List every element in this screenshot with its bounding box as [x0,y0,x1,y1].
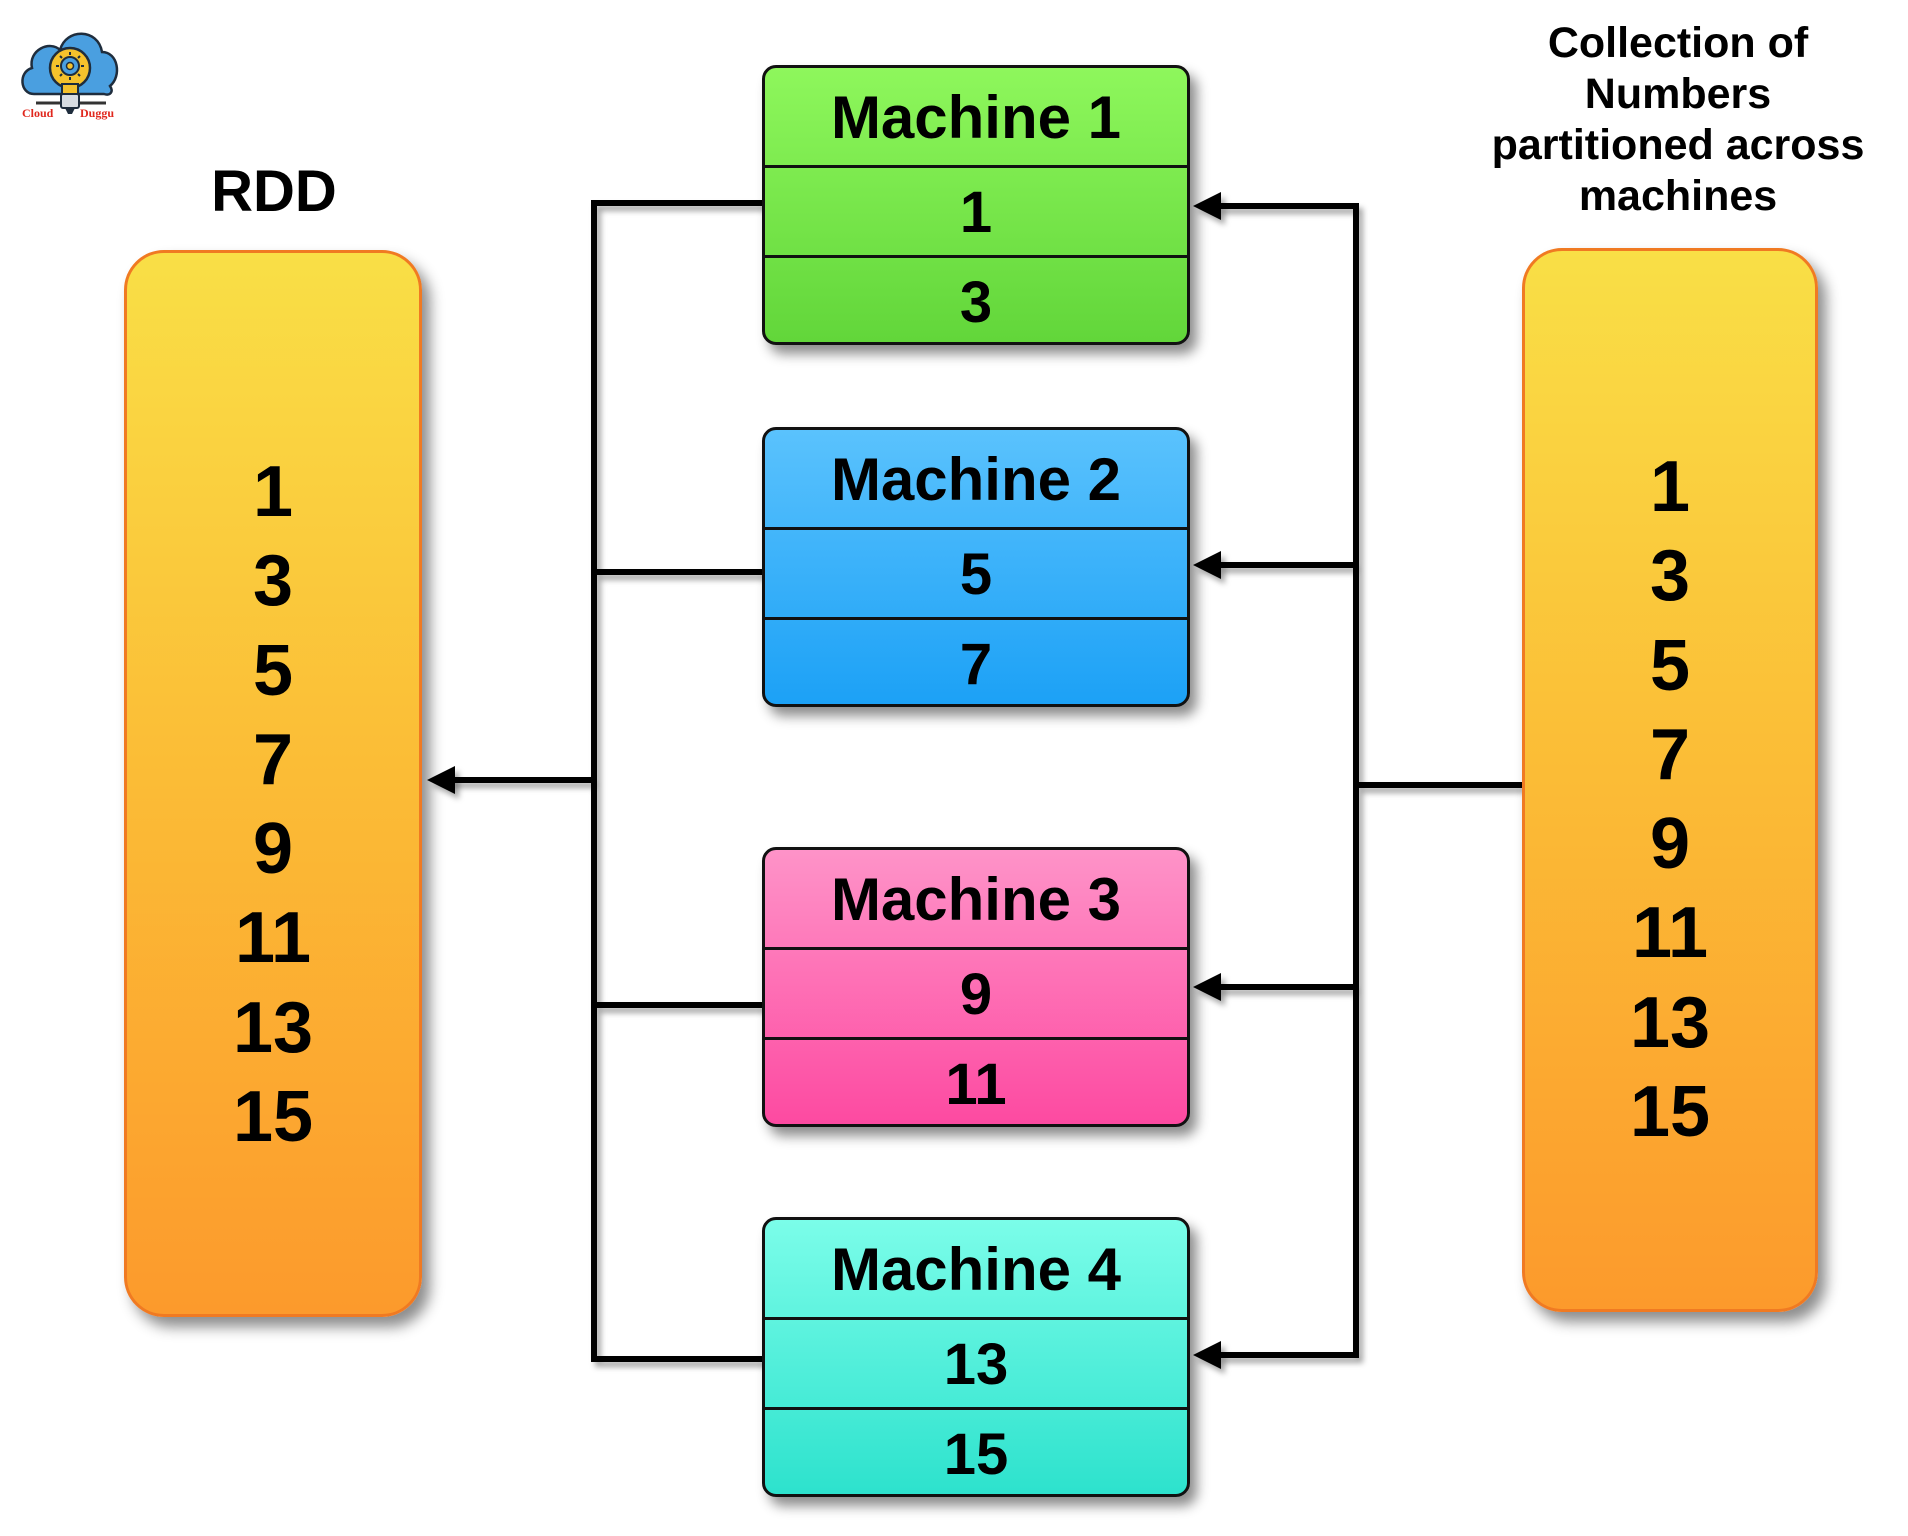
machine-title: Machine 2 [765,430,1187,530]
rdd-value: 9 [252,809,294,890]
machine-title: Machine 3 [765,850,1187,950]
collection-value: 13 [1629,982,1711,1063]
rdd-value: 13 [232,987,314,1068]
collection-value: 7 [1649,714,1691,795]
partition-value: 11 [765,1037,1187,1124]
rdd-column: 1 3 5 7 9 11 13 15 [124,250,422,1317]
partition-value: 5 [959,542,993,607]
partition-value: 1 [959,180,993,245]
partition-value: 9 [959,962,993,1027]
rdd-value: 7 [252,719,294,800]
collection-value: 5 [1649,625,1691,706]
machine-1-box: Machine 1 1 3 [762,65,1190,345]
collection-value: 15 [1629,1072,1711,1153]
rdd-values: 1 3 5 7 9 11 13 15 [127,448,419,1162]
collection-value: 11 [1631,893,1709,974]
arrowhead-icon [1193,551,1221,579]
machine-3-box: Machine 3 9 11 [762,847,1190,1127]
left-bus-line [591,200,763,1362]
partition-value: 13 [943,1332,1009,1397]
rdd-value: 3 [252,541,294,622]
partition-value: 3 [765,255,1187,342]
rdd-value: 1 [252,452,294,532]
collection-value: 9 [1649,804,1691,885]
rdd-value: 15 [232,1077,314,1158]
rdd-value: 5 [252,630,294,711]
collection-value: 3 [1649,536,1691,617]
collection-column: 1 3 5 7 9 11 13 15 [1522,248,1818,1312]
arrowhead-icon [1193,192,1221,220]
machine-2-box: Machine 2 5 7 [762,427,1190,707]
collection-value: 1 [1649,447,1691,527]
partition-value: 7 [765,617,1187,704]
collection-values: 1 3 5 7 9 11 13 15 [1525,443,1815,1157]
machine-4-box: Machine 4 13 15 [762,1217,1190,1497]
arrowhead-icon [427,766,455,794]
right-bus-line [1218,203,1359,1358]
arrowhead-icon [1193,1341,1221,1369]
machine-title: Machine 4 [765,1220,1187,1320]
arrowhead-icon [1193,973,1221,1001]
machine-title: Machine 1 [765,68,1187,168]
partition-value: 15 [765,1407,1187,1494]
rdd-value: 11 [234,898,312,979]
